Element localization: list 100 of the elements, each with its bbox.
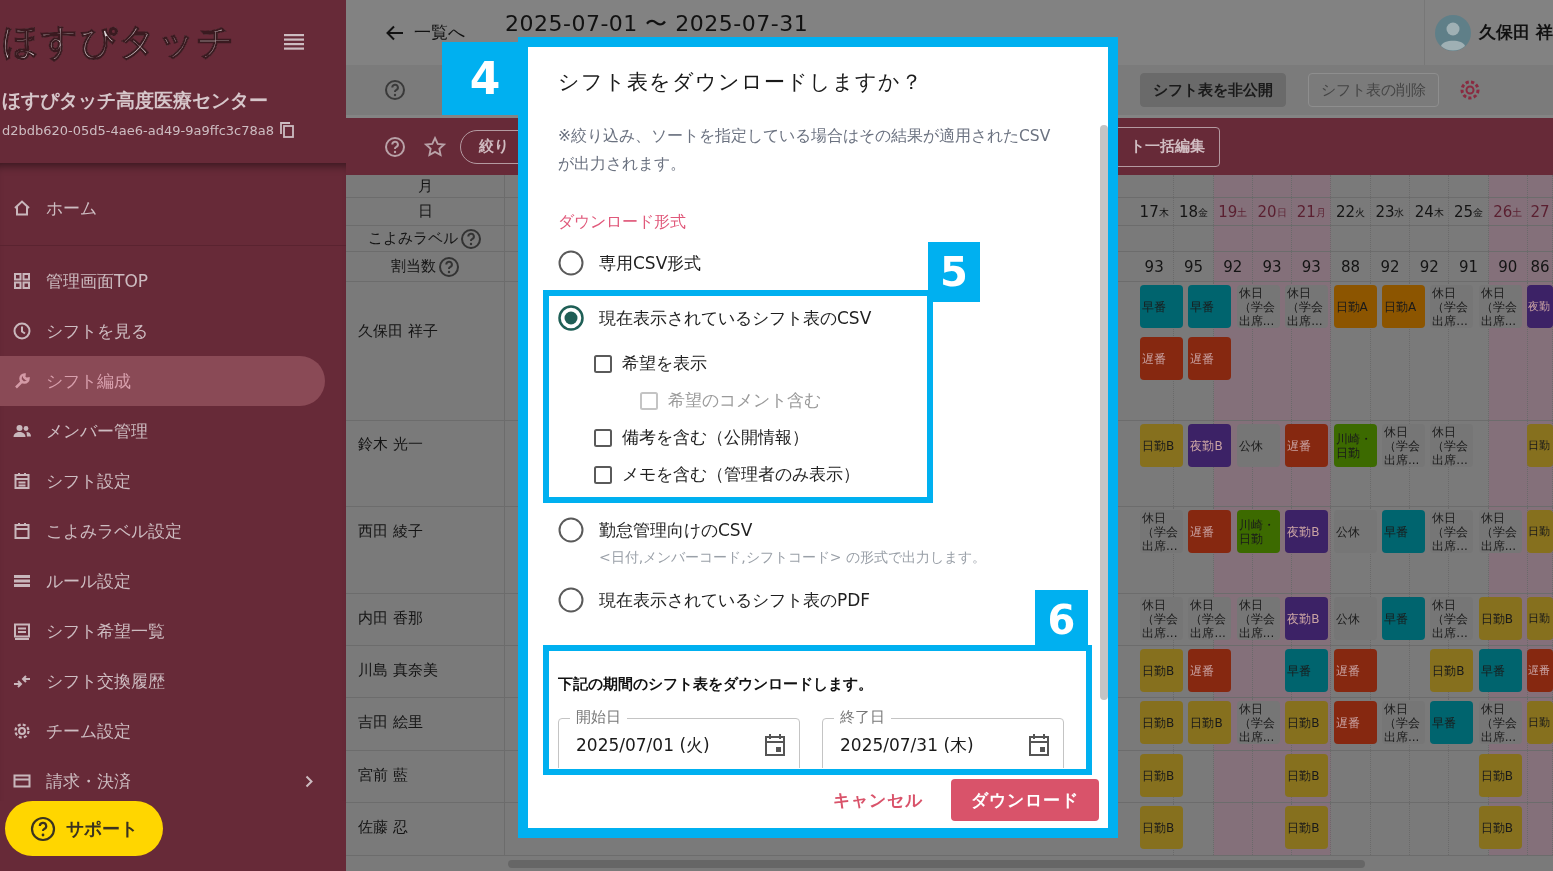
shift-chip[interactable]: 早番 — [1188, 285, 1232, 328]
day-header: 21月 — [1292, 198, 1332, 225]
sidebar-item[interactable]: シフトを見る — [0, 306, 325, 356]
shift-chip[interactable]: 休日（学会出席... — [1140, 510, 1183, 553]
shift-chip[interactable]: 夜勤B — [1188, 424, 1232, 467]
sidebar-item[interactable]: シフト交換履歴 — [0, 656, 325, 706]
shift-chip[interactable]: 休日（学会出席... — [1236, 285, 1280, 328]
shift-chip[interactable]: 休日（学会出席... — [1140, 597, 1183, 640]
sidebar-item[interactable]: シフト編成 — [0, 356, 325, 406]
back-link[interactable]: 一覧へ — [386, 21, 465, 44]
shift-chip[interactable]: 休日（学会出席... — [1381, 701, 1425, 744]
shift-chip[interactable]: 遅番 — [1333, 701, 1377, 744]
radio-button[interactable] — [558, 587, 584, 613]
shift-chip[interactable]: 日勤B — [1285, 806, 1329, 849]
shift-chip[interactable]: 川崎・日勤 — [1236, 510, 1280, 553]
shift-chip[interactable]: 日勤B — [1430, 649, 1474, 692]
shift-chip[interactable]: 日勤B — [1478, 754, 1522, 797]
document-icon — [12, 621, 32, 641]
shift-chip[interactable]: 休日（学会出席... — [1430, 285, 1474, 328]
download-button[interactable]: ダウンロード — [951, 779, 1099, 821]
count-cell: 92 — [1410, 252, 1450, 281]
shift-chip[interactable]: 日勤B — [1140, 424, 1183, 467]
sidebar-item[interactable]: 管理画面TOP — [0, 256, 325, 306]
shift-chip[interactable]: 早番 — [1381, 510, 1425, 553]
shift-chip[interactable]: 早番 — [1285, 649, 1329, 692]
sidebar-item[interactable]: チーム設定 — [0, 706, 325, 756]
shift-chip[interactable]: 日勤B — [1188, 701, 1232, 744]
shift-chip[interactable]: 日勤B — [1140, 806, 1183, 849]
shift-chip[interactable]: 休日（学会出席... — [1430, 510, 1474, 553]
sidebar-item[interactable]: 請求・決済 — [0, 761, 325, 801]
copy-icon[interactable] — [280, 122, 294, 138]
shift-chip[interactable]: 日勤A — [1381, 285, 1425, 328]
shift-chip[interactable]: 公休 — [1333, 510, 1377, 553]
star-icon[interactable] — [424, 135, 446, 158]
shift-chip[interactable]: 遅番 — [1285, 424, 1329, 467]
shift-chip[interactable]: 日勤B — [1285, 754, 1329, 797]
shift-chip[interactable]: 夜勤B — [1285, 510, 1329, 553]
option-description: <日付,メンバーコード,シフトコード> の形式で出力します。 — [599, 548, 987, 566]
shift-chip[interactable]: 日勤B — [1285, 701, 1329, 744]
shift-chip[interactable]: 日勤A — [1333, 285, 1377, 328]
help-icon[interactable] — [384, 79, 406, 101]
sidebar-item[interactable]: ルール設定 — [0, 556, 325, 606]
radio-button[interactable] — [558, 305, 584, 331]
shift-chip[interactable]: 休日（学会出席... — [1285, 285, 1329, 328]
shift-chip[interactable]: 遅番 — [1140, 337, 1183, 380]
shift-chip[interactable]: 早番 — [1381, 597, 1425, 640]
calendar-icon[interactable] — [764, 733, 786, 757]
sidebar-item[interactable]: メンバー管理 — [0, 406, 325, 456]
shift-chip[interactable]: 遅番 — [1333, 649, 1377, 692]
radio-button[interactable] — [558, 250, 584, 276]
shift-chip[interactable]: 休日（学会出席... — [1430, 597, 1474, 640]
shift-chip[interactable]: 日勤B — [1140, 701, 1183, 744]
support-button[interactable]: サポート — [5, 801, 163, 856]
shift-chip[interactable]: 早番 — [1140, 285, 1183, 328]
shift-chip[interactable]: 休日（学会出席... — [1236, 597, 1280, 640]
shift-chip[interactable]: 公休 — [1333, 597, 1377, 640]
shift-chip[interactable]: 日勤 — [1527, 510, 1553, 553]
scrollbar[interactable] — [1100, 125, 1108, 700]
shift-chip[interactable]: 遅番 — [1527, 649, 1553, 692]
sidebar-item[interactable]: シフト設定 — [0, 456, 325, 506]
shift-chip[interactable]: 公休 — [1236, 424, 1280, 467]
radio-label: 現在表示されているシフト表のPDF — [599, 588, 871, 612]
sidebar-item[interactable]: こよみラベル設定 — [0, 506, 325, 556]
calendar-icon[interactable] — [1028, 733, 1050, 757]
shift-chip[interactable]: 早番 — [1478, 649, 1522, 692]
shift-chip[interactable]: 夜勤B — [1285, 597, 1329, 640]
help-icon[interactable] — [384, 135, 406, 158]
checkbox[interactable] — [594, 428, 612, 447]
shift-chip[interactable]: 川崎・日勤 — [1333, 424, 1377, 467]
toolbar-button[interactable]: シフト表を非公開 — [1140, 73, 1286, 107]
shift-chip[interactable]: 遅番 — [1188, 337, 1232, 380]
shift-chip[interactable]: 日勤B — [1478, 806, 1522, 849]
radio-button[interactable] — [558, 517, 584, 543]
shift-chip[interactable]: 日勤 — [1527, 701, 1553, 744]
checkbox[interactable] — [594, 354, 612, 373]
shift-chip[interactable]: 遅番 — [1188, 649, 1232, 692]
shift-chip[interactable]: 日勤 — [1527, 597, 1553, 640]
shift-chip[interactable]: 夜勤 — [1527, 285, 1553, 328]
shift-chip[interactable]: 早番 — [1430, 701, 1474, 744]
shift-chip[interactable]: 休日（学会出席... — [1478, 510, 1522, 553]
shift-chip[interactable]: 休日（学会出席... — [1478, 701, 1522, 744]
help-icon[interactable] — [460, 227, 482, 250]
shift-chip[interactable]: 日勤B — [1140, 754, 1183, 797]
shift-chip[interactable]: 休日（学会出席... — [1430, 424, 1474, 467]
day-header: 24木 — [1410, 198, 1450, 225]
sidebar-item[interactable]: シフト希望一覧 — [0, 606, 325, 656]
shift-chip[interactable]: 休日（学会出席... — [1478, 285, 1522, 328]
sidebar-item[interactable]: ホーム — [0, 183, 325, 233]
shift-chip[interactable]: 日勤 — [1527, 424, 1553, 467]
checkbox[interactable] — [594, 465, 612, 484]
shift-chip[interactable]: 日勤B — [1478, 597, 1522, 640]
shift-chip[interactable]: 休日（学会出席... — [1236, 701, 1280, 744]
shift-chip[interactable]: 休日（学会出席... — [1381, 424, 1425, 467]
menu-icon[interactable] — [284, 34, 304, 50]
help-icon[interactable] — [437, 255, 460, 278]
member-name: 鈴木 光一 — [358, 435, 423, 453]
cancel-button[interactable]: キャンセル — [827, 779, 929, 821]
shift-chip[interactable]: 日勤B — [1140, 649, 1183, 692]
shift-chip[interactable]: 休日（学会出席... — [1188, 597, 1232, 640]
shift-chip[interactable]: 遅番 — [1188, 510, 1232, 553]
